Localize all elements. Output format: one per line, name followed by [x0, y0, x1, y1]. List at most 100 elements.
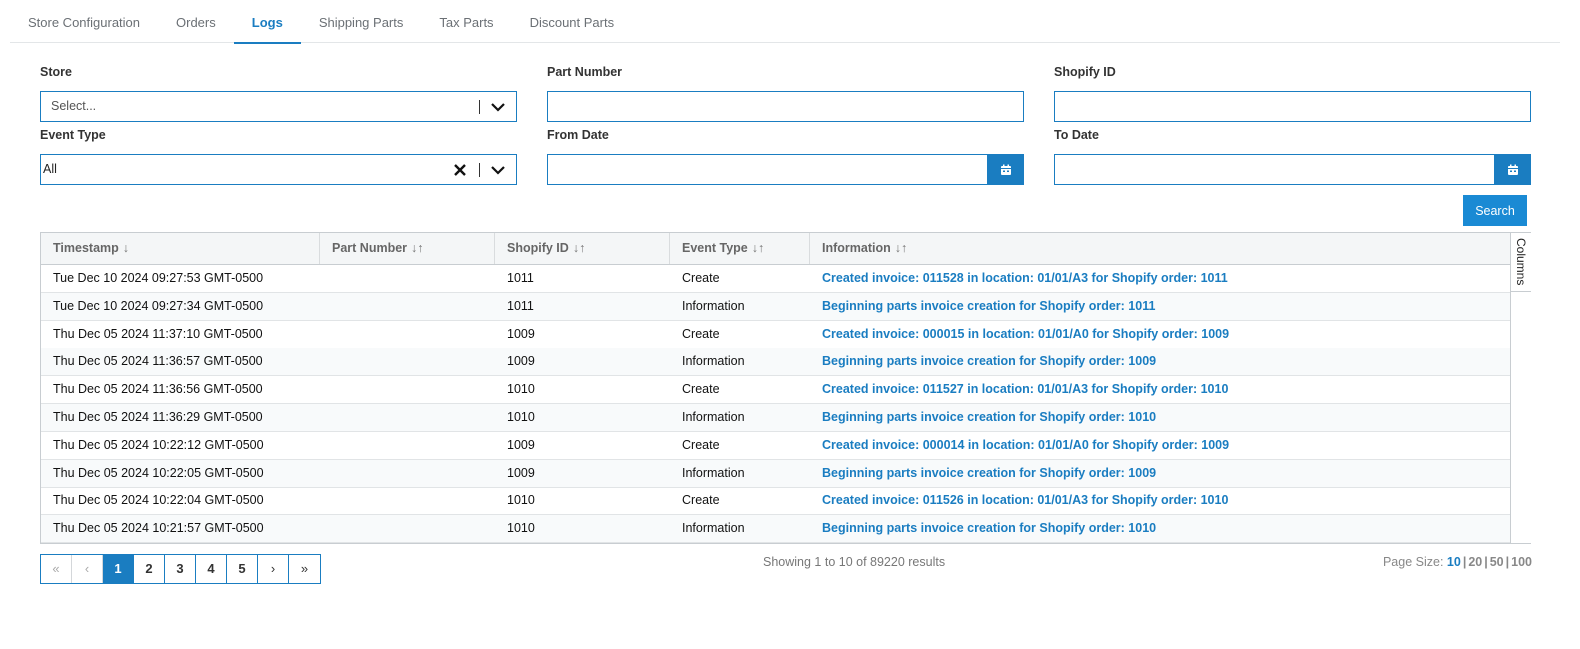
tab-orders[interactable]: Orders — [158, 0, 234, 43]
chevron-down-icon[interactable] — [490, 162, 506, 178]
sort-icon[interactable]: ↓↑ — [411, 241, 424, 255]
column-header-event-type[interactable]: Event Type ↓↑ — [670, 233, 810, 264]
cell-event-type: Information — [682, 465, 745, 480]
tab-logs[interactable]: Logs — [233, 0, 301, 44]
table-row[interactable]: Tue Dec 10 2024 09:27:34 GMT-0500 1011 Inf… — [41, 292, 1510, 321]
table-row[interactable]: Thu Dec 05 2024 10:22:12 GMT-0500 1009 Cre… — [41, 432, 1510, 460]
to-date-calendar-button[interactable] — [1494, 154, 1531, 185]
table-row[interactable]: Thu Dec 05 2024 10:21:57 GMT-0500 1010 Inf… — [41, 515, 1510, 544]
column-header-timestamp[interactable]: Timestamp ↓ — [41, 233, 320, 264]
columns-panel-label: Columns — [1514, 238, 1528, 286]
from-date-input[interactable] — [548, 155, 988, 184]
column-header-label: Part Number — [332, 241, 408, 255]
tab-store-configuration[interactable]: Store Configuration — [10, 0, 158, 43]
column-header-shopify-id[interactable]: Shopify ID ↓↑ — [495, 233, 670, 264]
tab-shipping-parts[interactable]: Shipping Parts — [301, 0, 422, 43]
cell-information[interactable]: Beginning parts invoice creation for Sho… — [822, 293, 1155, 320]
cell-event-type: Create — [682, 326, 720, 341]
table-row[interactable]: Tue Dec 10 2024 09:27:53 GMT-0500 1011 Cre… — [41, 265, 1510, 293]
page-5-button[interactable]: 5 — [227, 555, 258, 583]
cell-timestamp: Tue Dec 10 2024 09:27:34 GMT-0500 — [53, 298, 264, 313]
column-header-label: Event Type — [682, 241, 748, 255]
cell-timestamp: Thu Dec 05 2024 11:36:56 GMT-0500 — [53, 382, 263, 397]
store-select[interactable]: Select... — [40, 91, 517, 122]
event-type-value: All — [43, 162, 57, 176]
cell-shopify-id: 1011 — [507, 298, 534, 313]
sort-icon[interactable]: ↓↑ — [752, 241, 765, 255]
table-row[interactable]: Thu Dec 05 2024 10:22:04 GMT-0500 1010 Cre… — [41, 487, 1510, 516]
table-row[interactable]: Thu Dec 05 2024 11:36:29 GMT-0500 1010 Inf… — [41, 404, 1510, 432]
cell-event-type: Create — [682, 437, 720, 452]
page-2-button[interactable]: 2 — [134, 555, 165, 583]
cell-information[interactable]: Created invoice: 000014 in location: 01/… — [822, 432, 1229, 459]
cell-timestamp: Thu Dec 05 2024 10:22:04 GMT-0500 — [53, 493, 264, 508]
from-date-field[interactable] — [547, 154, 1024, 185]
divider: | — [1484, 555, 1488, 569]
from-date-calendar-button[interactable] — [987, 154, 1024, 185]
last-page-button[interactable]: » — [289, 555, 320, 583]
page-size-selector: Page Size: 10 | 20 | 50 | 100 — [1383, 555, 1532, 569]
table-row[interactable]: Thu Dec 05 2024 11:37:10 GMT-0500 1009 Cre… — [41, 321, 1510, 349]
cell-shopify-id: 1009 — [507, 326, 535, 341]
pagination: « ‹ 1 2 3 4 5 › » — [40, 554, 321, 584]
table-row[interactable]: Thu Dec 05 2024 11:36:56 GMT-0500 1010 Cre… — [41, 376, 1510, 405]
first-page-button[interactable]: « — [41, 555, 72, 583]
cell-shopify-id: 1009 — [507, 437, 535, 452]
table-row[interactable]: Thu Dec 05 2024 11:36:57 GMT-0500 1009 Inf… — [41, 348, 1510, 377]
cell-information[interactable]: Beginning parts invoice creation for Sho… — [822, 404, 1156, 431]
column-header-information[interactable]: Information ↓↑ — [810, 233, 1510, 264]
to-date-field[interactable] — [1054, 154, 1531, 185]
page-size-100[interactable]: 100 — [1511, 555, 1532, 569]
cell-information[interactable]: Created invoice: 011528 in location: 01/… — [822, 265, 1228, 292]
cell-information[interactable]: Beginning parts invoice creation for Sho… — [822, 348, 1156, 375]
from-date-label: From Date — [547, 128, 609, 142]
sort-desc-icon[interactable]: ↓ — [123, 241, 129, 255]
cell-event-type: Information — [682, 410, 745, 424]
cell-shopify-id: 1010 — [507, 493, 535, 508]
page-size-10[interactable]: 10 — [1447, 555, 1461, 569]
page-size-50[interactable]: 50 — [1490, 555, 1504, 569]
divider: | — [1462, 555, 1467, 569]
columns-panel-toggle[interactable]: Columns — [1511, 233, 1531, 292]
shopify-id-input[interactable] — [1055, 92, 1530, 121]
cell-information[interactable]: Beginning parts invoice creation for Sho… — [822, 460, 1156, 487]
results-summary: Showing 1 to 10 of 89220 results — [763, 555, 946, 569]
cell-information[interactable]: Created invoice: 000015 in location: 01/… — [822, 321, 1229, 348]
columns-side-panel: Columns — [1510, 233, 1531, 543]
cell-shopify-id: 1009 — [507, 465, 535, 480]
cell-shopify-id: 1010 — [507, 410, 535, 424]
sort-icon[interactable]: ↓↑ — [573, 241, 586, 255]
cell-information[interactable]: Created invoice: 011526 in location: 01/… — [822, 487, 1228, 514]
to-date-input[interactable] — [1055, 155, 1495, 184]
part-number-field[interactable] — [547, 91, 1024, 122]
part-number-label: Part Number — [547, 65, 623, 79]
tab-bar: Store Configuration Orders Logs Shipping… — [10, 0, 1560, 44]
cell-information[interactable]: Created invoice: 011527 in location: 01/… — [822, 376, 1228, 403]
column-header-part-number[interactable]: Part Number ↓↑ — [320, 233, 495, 264]
page-4-button[interactable]: 4 — [196, 555, 227, 583]
logs-table: Timestamp ↓ Part Number ↓↑ Shopify ID ↓↑ Ev… — [40, 232, 1531, 544]
prev-page-button[interactable]: ‹ — [72, 555, 103, 583]
to-date-label: To Date — [1054, 128, 1099, 142]
tab-tax-parts[interactable]: Tax Parts — [421, 0, 511, 43]
column-header-label: Information — [822, 241, 891, 255]
cell-information[interactable]: Beginning parts invoice creation for Sho… — [822, 515, 1156, 542]
cell-shopify-id: 1010 — [507, 382, 535, 397]
event-type-select[interactable]: All — [40, 154, 517, 185]
sort-icon[interactable]: ↓↑ — [895, 241, 908, 255]
cell-timestamp: Thu Dec 05 2024 10:22:05 GMT-0500 — [53, 465, 264, 480]
cell-timestamp: Thu Dec 05 2024 10:21:57 GMT-0500 — [53, 521, 264, 536]
page-3-button[interactable]: 3 — [165, 555, 196, 583]
cell-event-type: Create — [682, 382, 720, 397]
chevron-down-icon[interactable] — [490, 99, 506, 115]
tab-discount-parts[interactable]: Discount Parts — [512, 0, 633, 43]
page-1-button[interactable]: 1 — [103, 555, 134, 583]
table-row[interactable]: Thu Dec 05 2024 10:22:05 GMT-0500 1009 Inf… — [41, 459, 1510, 488]
shopify-id-field[interactable] — [1054, 91, 1531, 122]
part-number-input[interactable] — [548, 92, 1023, 121]
calendar-icon — [1507, 164, 1518, 175]
page-size-20[interactable]: 20 — [1468, 555, 1482, 569]
clear-icon[interactable] — [453, 163, 467, 177]
search-button[interactable]: Search — [1463, 195, 1527, 226]
next-page-button[interactable]: › — [258, 555, 289, 583]
